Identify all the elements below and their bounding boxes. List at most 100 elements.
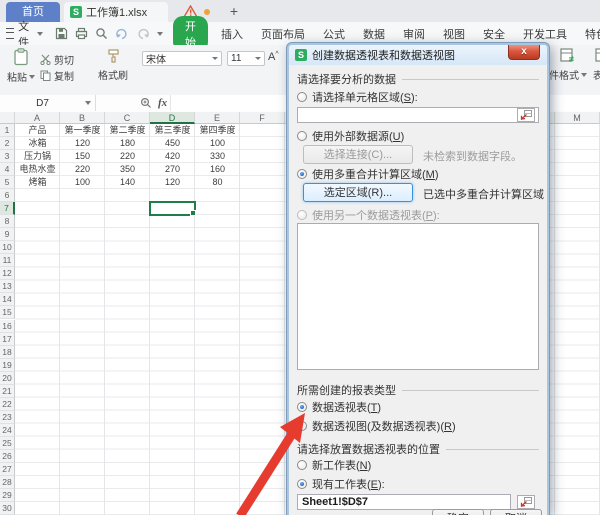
cell[interactable]: 第四季度 xyxy=(195,124,240,137)
row-header-19[interactable]: 19 xyxy=(0,359,15,372)
cell[interactable]: 330 xyxy=(195,150,240,163)
row-header-10[interactable]: 10 xyxy=(0,241,15,254)
row-header-1[interactable]: 1 xyxy=(0,124,15,137)
cell[interactable]: 150 xyxy=(60,150,105,163)
cell[interactable]: 冰箱 xyxy=(15,137,60,150)
new-tab-button[interactable]: + xyxy=(224,2,244,20)
copy-button[interactable]: 复制 xyxy=(40,67,92,83)
cell[interactable]: 120 xyxy=(60,137,105,150)
document-tab[interactable]: S 工作簿1.xlsx xyxy=(64,2,168,22)
font-size-combo[interactable]: 11 xyxy=(227,51,265,66)
undo-icon[interactable] xyxy=(115,28,129,40)
cell[interactable]: 第三季度 xyxy=(150,124,195,137)
row-header-28[interactable]: 28 xyxy=(0,476,15,489)
pivot-list-box[interactable] xyxy=(297,223,539,370)
row-header-27[interactable]: 27 xyxy=(0,463,15,476)
column-header-M[interactable]: M xyxy=(555,112,600,124)
redo-icon[interactable] xyxy=(136,28,150,40)
row-header-12[interactable]: 12 xyxy=(0,267,15,280)
menu-tab-4[interactable]: 审阅 xyxy=(394,26,434,42)
row-header-21[interactable]: 21 xyxy=(0,385,15,398)
column-header-E[interactable]: E xyxy=(195,112,240,124)
location-input[interactable]: Sheet1!$D$7 xyxy=(297,494,511,510)
range-picker-button[interactable] xyxy=(517,495,535,509)
cell[interactable]: 180 xyxy=(105,137,150,150)
name-box[interactable]: D7 xyxy=(0,95,96,111)
cell[interactable]: 220 xyxy=(60,163,105,176)
row-header-6[interactable]: 6 xyxy=(0,189,15,202)
ok-button[interactable]: 确定 xyxy=(432,509,484,515)
cell[interactable]: 压力锅 xyxy=(15,150,60,163)
format-painter-button[interactable]: 格式刷 xyxy=(96,48,130,82)
cut-button[interactable]: 剪切 xyxy=(40,51,92,67)
search-icon[interactable] xyxy=(140,97,152,109)
conditional-format-button[interactable]: ≠ 件格式 xyxy=(551,48,585,82)
dialog-close-button[interactable]: x xyxy=(508,45,540,60)
cell[interactable]: 160 xyxy=(195,163,240,176)
cell[interactable]: 100 xyxy=(195,137,240,150)
menu-tab-2[interactable]: 公式 xyxy=(314,26,354,42)
selected-cell-D7[interactable] xyxy=(149,201,196,216)
paste-button[interactable]: 粘贴 xyxy=(6,48,36,84)
row-header-3[interactable]: 3 xyxy=(0,150,15,163)
column-header-A[interactable]: A xyxy=(15,112,60,124)
row-header-7[interactable]: 7 xyxy=(0,202,15,215)
cell[interactable]: 第一季度 xyxy=(60,124,105,137)
select-range-button[interactable]: 选定区域(R)... xyxy=(303,183,413,202)
cell[interactable]: 140 xyxy=(105,176,150,189)
cell[interactable]: 120 xyxy=(150,176,195,189)
row-header-29[interactable]: 29 xyxy=(0,489,15,502)
font-name-combo[interactable]: 宋体 xyxy=(142,51,222,66)
row-header-17[interactable]: 17 xyxy=(0,333,15,346)
menu-tab-0[interactable]: 插入 xyxy=(212,26,252,42)
menu-tab-1[interactable]: 页面布局 xyxy=(252,26,314,42)
row-header-30[interactable]: 30 xyxy=(0,502,15,515)
row-header-8[interactable]: 8 xyxy=(0,215,15,228)
choose-connection-button[interactable]: 选择连接(C)... xyxy=(303,145,413,164)
row-header-18[interactable]: 18 xyxy=(0,346,15,359)
menu-tab-6[interactable]: 安全 xyxy=(474,26,514,42)
row-header-24[interactable]: 24 xyxy=(0,424,15,437)
column-header-B[interactable]: B xyxy=(60,112,105,124)
radio-other-pivot[interactable]: 使用另一个数据透视表(P): xyxy=(297,208,440,222)
cancel-button[interactable]: 取消 xyxy=(490,509,542,515)
cell[interactable]: 420 xyxy=(150,150,195,163)
row-header-4[interactable]: 4 xyxy=(0,163,15,176)
select-all-corner[interactable] xyxy=(0,112,15,124)
save-icon[interactable] xyxy=(55,27,68,40)
range-picker-button[interactable] xyxy=(517,108,535,122)
radio-new-worksheet[interactable]: 新工作表(N) xyxy=(297,458,371,472)
menu-tab-5[interactable]: 视图 xyxy=(434,26,474,42)
cell[interactable]: 270 xyxy=(150,163,195,176)
cell[interactable]: 450 xyxy=(150,137,195,150)
table-style-button[interactable]: 表格 xyxy=(588,48,600,82)
row-header-16[interactable]: 16 xyxy=(0,320,15,333)
column-header-F[interactable]: F xyxy=(240,112,285,124)
radio-cell-range[interactable]: 请选择单元格区域(S): xyxy=(297,90,418,104)
radio-existing-worksheet[interactable]: 现有工作表(E): xyxy=(297,477,385,491)
row-header-26[interactable]: 26 xyxy=(0,450,15,463)
radio-pivot-chart[interactable]: 数据透视图(及数据透视表)(R) xyxy=(297,419,456,433)
menu-tab-7[interactable]: 开发工具 xyxy=(514,26,576,42)
menu-tab-8[interactable]: 特色应用 xyxy=(576,26,600,42)
row-header-23[interactable]: 23 xyxy=(0,411,15,424)
cell[interactable]: 80 xyxy=(195,176,240,189)
column-header-C[interactable]: C xyxy=(105,112,150,124)
more-commands-chevron-icon[interactable] xyxy=(157,32,163,36)
cell[interactable]: 烤箱 xyxy=(15,176,60,189)
radio-pivot-table[interactable]: 数据透视表(T) xyxy=(297,400,381,414)
row-header-13[interactable]: 13 xyxy=(0,280,15,293)
cell[interactable]: 350 xyxy=(105,163,150,176)
row-header-15[interactable]: 15 xyxy=(0,306,15,319)
row-header-20[interactable]: 20 xyxy=(0,372,15,385)
cell[interactable]: 100 xyxy=(60,176,105,189)
radio-external-source[interactable]: 使用外部数据源(U) xyxy=(297,129,404,143)
row-header-11[interactable]: 11 xyxy=(0,254,15,267)
radio-multi-consolidation[interactable]: 使用多重合并计算区域(M) xyxy=(297,167,439,181)
row-header-14[interactable]: 14 xyxy=(0,293,15,306)
cell[interactable]: 电热水壶 xyxy=(15,163,60,176)
menu-tab-3[interactable]: 数据 xyxy=(354,26,394,42)
print-icon[interactable] xyxy=(75,27,88,40)
cell[interactable]: 产品 xyxy=(15,124,60,137)
grow-font-button[interactable]: A^ xyxy=(268,51,279,63)
